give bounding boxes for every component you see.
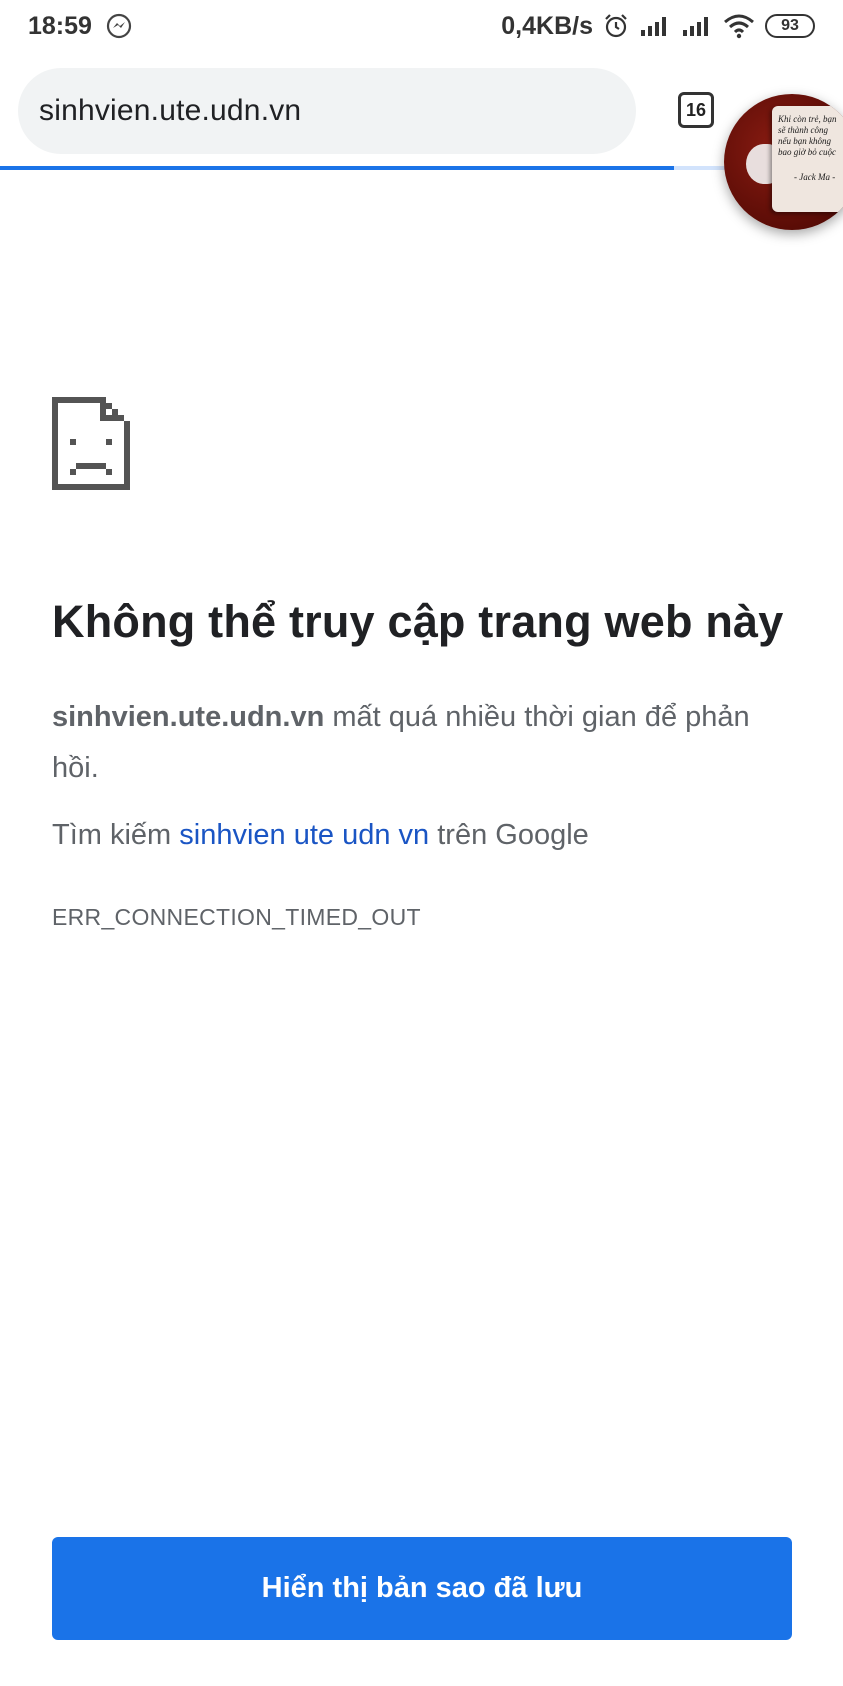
bubble-quote-author: - Jack Ma - [794,172,836,182]
bubble-quote-line: Khi còn trẻ, bạn [778,114,837,124]
url-text: sinhvien.ute.udn.vn [39,94,302,127]
address-bar[interactable]: sinhvien.ute.udn.vn [18,68,636,154]
messenger-icon [106,13,132,39]
floating-chat-bubble[interactable]: Khi còn trẻ, bạn sẽ thành công nếu bạn k… [724,94,843,230]
page-load-progress-fill [0,166,675,170]
alarm-icon [603,13,629,39]
browser-toolbar: sinhvien.ute.udn.vn 16 [0,66,843,170]
status-bar: 18:59 0,4KB/s 93 [0,0,843,52]
status-right: 0,4KB/s 93 [501,12,815,41]
error-title: Không thể truy cập trang web này [52,596,784,647]
wifi-icon [723,13,755,39]
bubble-quote-line: nếu bạn không [778,136,831,146]
bubble-quote-line: sẽ thành công [778,125,828,135]
page-load-progress [0,166,843,170]
error-host: sinhvien.ute.udn.vn [52,701,325,733]
signal-icon [681,14,713,38]
google-search-link[interactable]: sinhvien ute udn vn [179,819,429,851]
error-code: ERR_CONNECTION_TIMED_OUT [52,904,421,930]
sad-page-icon [52,397,130,490]
bubble-quote-card: Khi còn trẻ, bạn sẽ thành công nếu bạn k… [772,106,843,212]
battery-indicator: 93 [765,14,815,38]
network-speed: 0,4KB/s [501,11,593,40]
show-saved-copy-button[interactable]: Hiển thị bản sao đã lưu [52,1537,792,1640]
search-suffix: trên Google [429,819,589,851]
tab-count: 16 [685,99,707,120]
tab-switcher-button[interactable]: 16 [678,92,714,128]
error-description: sinhvien.ute.udn.vn mất quá nhiều thời g… [52,692,787,794]
signal-icon [639,14,671,38]
status-time: 18:59 [28,11,92,40]
search-suggestion: Tìm kiếm sinhvien ute udn vn trên Google [52,810,589,861]
search-prefix: Tìm kiếm [52,819,180,851]
status-left: 18:59 [28,12,132,41]
bubble-quote-line: bao giờ bỏ cuộc [778,147,837,157]
